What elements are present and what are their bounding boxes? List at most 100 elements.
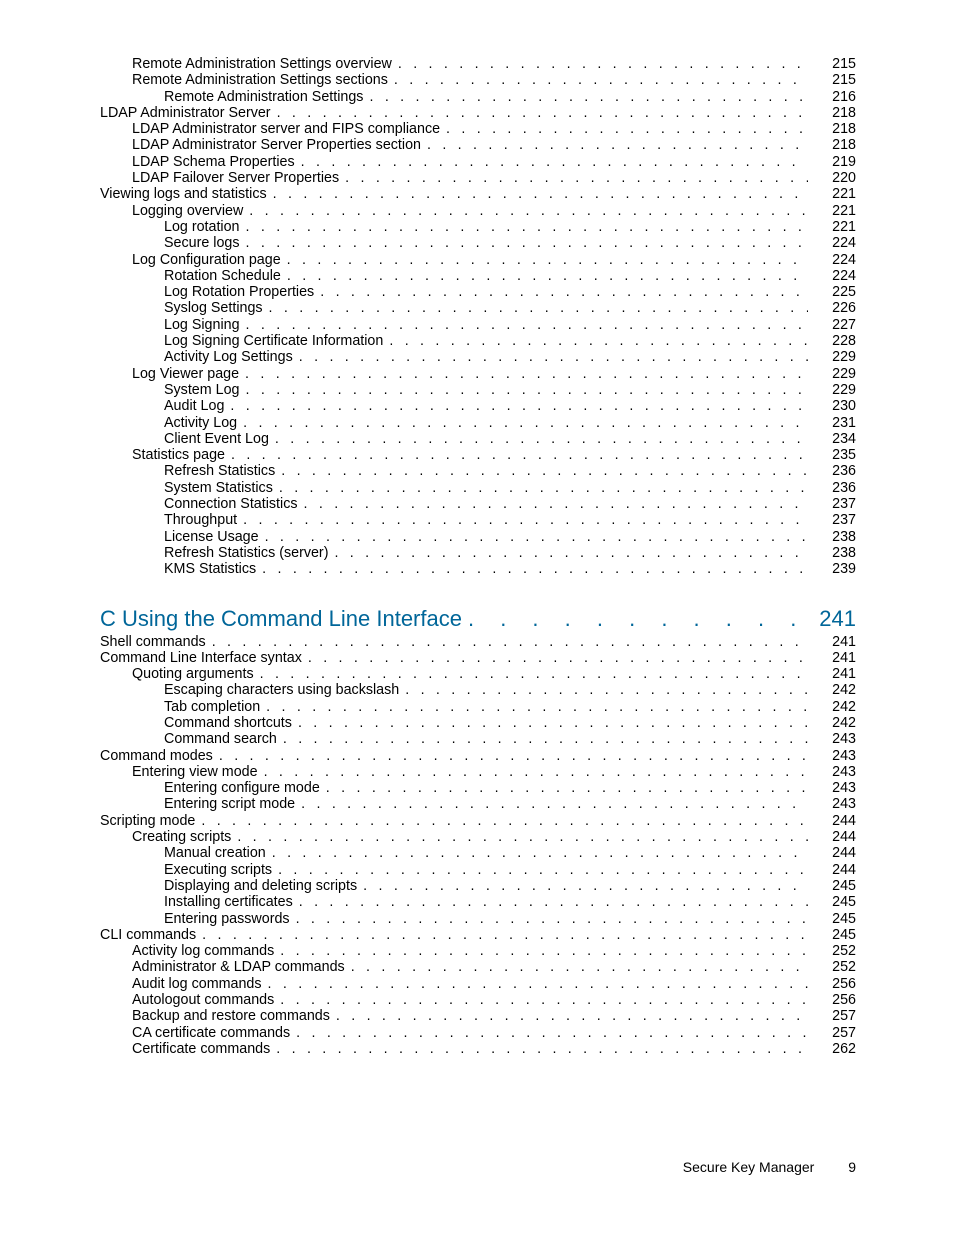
toc-entry[interactable]: Remote Administration Settings sections2… bbox=[100, 72, 856, 88]
toc-entry[interactable]: Displaying and deleting scripts245 bbox=[100, 878, 856, 894]
toc-entry[interactable]: Activity Log Settings229 bbox=[100, 349, 856, 365]
toc-entry[interactable]: Viewing logs and statistics221 bbox=[100, 186, 856, 202]
toc-entry[interactable]: Executing scripts244 bbox=[100, 862, 856, 878]
toc-entry[interactable]: Entering passwords245 bbox=[100, 911, 856, 927]
toc-entry[interactable]: Client Event Log234 bbox=[100, 431, 856, 447]
toc-entry[interactable]: Shell commands241 bbox=[100, 634, 856, 650]
toc-entry-page: 244 bbox=[808, 813, 856, 829]
toc-entry[interactable]: Log Viewer page229 bbox=[100, 366, 856, 382]
toc-entry[interactable]: Audit Log230 bbox=[100, 398, 856, 414]
leader-dots bbox=[330, 1008, 808, 1024]
leader-dots bbox=[270, 1041, 808, 1057]
toc-entry[interactable]: Audit log commands256 bbox=[100, 976, 856, 992]
toc-entry[interactable]: System Log229 bbox=[100, 382, 856, 398]
toc-entry[interactable]: Backup and restore commands257 bbox=[100, 1008, 856, 1024]
leader-dots bbox=[357, 878, 808, 894]
chapter-heading[interactable]: C Using the Command Line Interface 241 bbox=[100, 606, 856, 632]
toc-entry-page: 244 bbox=[808, 829, 856, 845]
toc-entry[interactable]: Scripting mode244 bbox=[100, 813, 856, 829]
toc-entry-title: Command Line Interface syntax bbox=[100, 650, 302, 666]
toc-entry[interactable]: Rotation Schedule224 bbox=[100, 268, 856, 284]
toc-entry-page: 227 bbox=[808, 317, 856, 333]
toc-entry[interactable]: Activity Log231 bbox=[100, 415, 856, 431]
toc-entry-page: 235 bbox=[808, 447, 856, 463]
toc-entry-page: 245 bbox=[808, 894, 856, 910]
toc-entry[interactable]: Activity log commands252 bbox=[100, 943, 856, 959]
toc-entry-title: System Statistics bbox=[164, 480, 273, 496]
chapter-title: C Using the Command Line Interface bbox=[100, 606, 462, 632]
toc-entry[interactable]: Certificate commands262 bbox=[100, 1041, 856, 1057]
leader-dots bbox=[293, 349, 808, 365]
toc-entry[interactable]: Escaping characters using backslash242 bbox=[100, 682, 856, 698]
leader-dots bbox=[328, 545, 808, 561]
toc-entry-page: 252 bbox=[808, 943, 856, 959]
toc-entry[interactable]: License Usage238 bbox=[100, 529, 856, 545]
toc-entry-title: Remote Administration Settings overview bbox=[132, 56, 392, 72]
toc-entry[interactable]: LDAP Administrator Server218 bbox=[100, 105, 856, 121]
toc-entry-page: 241 bbox=[808, 650, 856, 666]
toc-entry[interactable]: Logging overview221 bbox=[100, 203, 856, 219]
toc-entry[interactable]: LDAP Schema Properties219 bbox=[100, 154, 856, 170]
toc-entry-title: Refresh Statistics bbox=[164, 463, 275, 479]
toc-entry[interactable]: Autologout commands256 bbox=[100, 992, 856, 1008]
leader-dots bbox=[240, 317, 808, 333]
toc-entry[interactable]: Entering script mode243 bbox=[100, 796, 856, 812]
toc-entry[interactable]: Refresh Statistics236 bbox=[100, 463, 856, 479]
toc-entry-page: 218 bbox=[808, 121, 856, 137]
toc-entry[interactable]: Command search243 bbox=[100, 731, 856, 747]
toc-entry[interactable]: Manual creation244 bbox=[100, 845, 856, 861]
toc-entry[interactable]: Creating scripts244 bbox=[100, 829, 856, 845]
toc-entry[interactable]: Entering configure mode243 bbox=[100, 780, 856, 796]
toc-entry[interactable]: Command Line Interface syntax 241 bbox=[100, 650, 856, 666]
leader-dots bbox=[196, 927, 808, 943]
toc-entry[interactable]: LDAP Failover Server Properties220 bbox=[100, 170, 856, 186]
toc-entry[interactable]: KMS Statistics239 bbox=[100, 561, 856, 577]
toc-entry[interactable]: CLI commands245 bbox=[100, 927, 856, 943]
toc-entry[interactable]: Log Configuration page224 bbox=[100, 252, 856, 268]
toc-entry-page: 237 bbox=[808, 512, 856, 528]
toc-entry-title: Manual creation bbox=[164, 845, 266, 861]
toc-entry-page: 226 bbox=[808, 300, 856, 316]
toc-entry[interactable]: Secure logs224 bbox=[100, 235, 856, 251]
toc-entry-page: 229 bbox=[808, 382, 856, 398]
toc-entry-page: 221 bbox=[808, 203, 856, 219]
toc-entry[interactable]: CA certificate commands257 bbox=[100, 1025, 856, 1041]
toc-entry[interactable]: LDAP Administrator Server Properties sec… bbox=[100, 137, 856, 153]
toc-entry[interactable]: Remote Administration Settings overview2… bbox=[100, 56, 856, 72]
toc-entry[interactable]: Command modes243 bbox=[100, 748, 856, 764]
leader-dots bbox=[239, 366, 808, 382]
leader-dots bbox=[271, 105, 808, 121]
toc-entry[interactable]: Throughput237 bbox=[100, 512, 856, 528]
toc-entry[interactable]: Installing certificates245 bbox=[100, 894, 856, 910]
leader-dots bbox=[273, 480, 808, 496]
toc-entry[interactable]: Remote Administration Settings216 bbox=[100, 89, 856, 105]
toc-entry[interactable]: Tab completion242 bbox=[100, 699, 856, 715]
toc-entry[interactable]: Administrator & LDAP commands252 bbox=[100, 959, 856, 975]
toc-entry[interactable]: Quoting arguments241 bbox=[100, 666, 856, 682]
toc-entry[interactable]: Syslog Settings226 bbox=[100, 300, 856, 316]
toc-entry[interactable]: Log Signing Certificate Information228 bbox=[100, 333, 856, 349]
toc-entry-title: LDAP Failover Server Properties bbox=[132, 170, 339, 186]
toc-entry-page: 243 bbox=[808, 748, 856, 764]
toc-entry-page: 262 bbox=[808, 1041, 856, 1057]
toc-entry[interactable]: Statistics page235 bbox=[100, 447, 856, 463]
toc-entry[interactable]: Command shortcuts242 bbox=[100, 715, 856, 731]
toc-entry[interactable]: LDAP Administrator server and FIPS compl… bbox=[100, 121, 856, 137]
toc-entry[interactable]: Log rotation221 bbox=[100, 219, 856, 235]
toc-entry[interactable]: Refresh Statistics (server)238 bbox=[100, 545, 856, 561]
toc-entry[interactable]: Log Rotation Properties225 bbox=[100, 284, 856, 300]
toc-entry-title: Activity Log bbox=[164, 415, 237, 431]
toc-entry[interactable]: Log Signing227 bbox=[100, 317, 856, 333]
toc-entry-page: 238 bbox=[808, 545, 856, 561]
toc-entry-title: Displaying and deleting scripts bbox=[164, 878, 357, 894]
toc-entry[interactable]: Entering view mode243 bbox=[100, 764, 856, 780]
leader-dots bbox=[206, 634, 808, 650]
leader-dots bbox=[267, 186, 808, 202]
leader-dots bbox=[254, 666, 808, 682]
toc-entry-page: 229 bbox=[808, 366, 856, 382]
toc-entry[interactable]: System Statistics236 bbox=[100, 480, 856, 496]
toc-entry[interactable]: Connection Statistics237 bbox=[100, 496, 856, 512]
toc-entry-title: Log rotation bbox=[164, 219, 240, 235]
toc-entry-title: Escaping characters using backslash bbox=[164, 682, 399, 698]
leader-dots bbox=[392, 56, 808, 72]
